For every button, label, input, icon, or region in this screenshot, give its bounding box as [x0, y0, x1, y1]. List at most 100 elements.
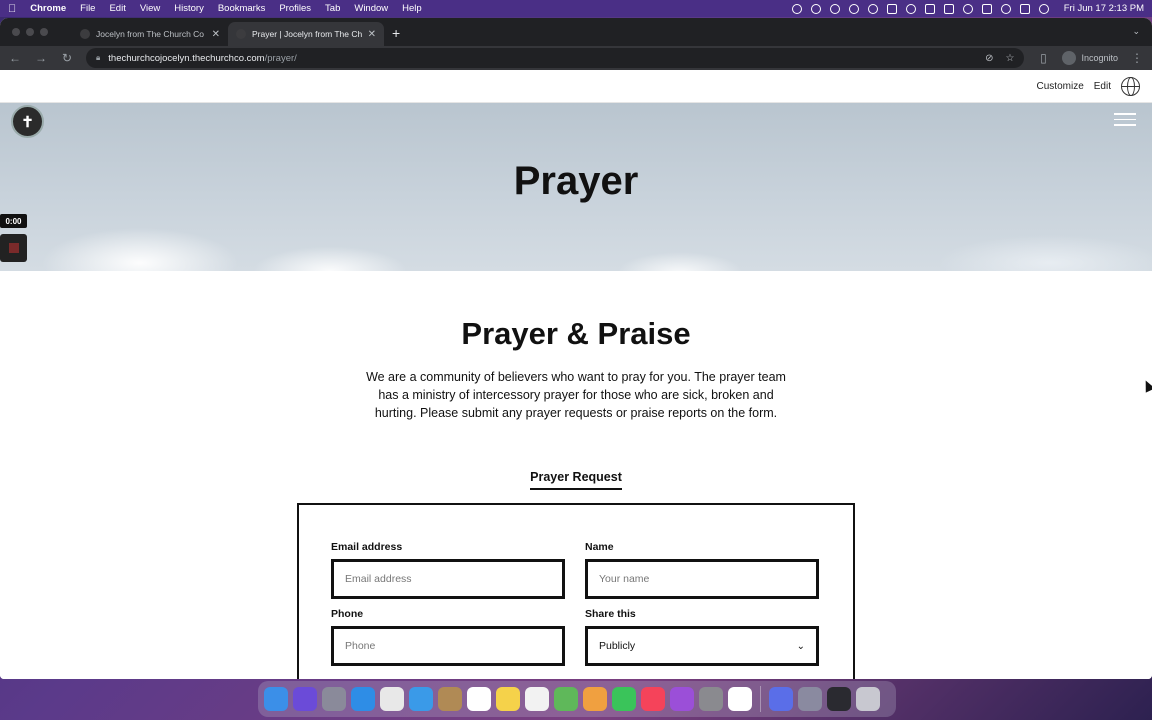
airdrop-icon[interactable]	[905, 3, 916, 14]
tab-close-icon[interactable]: ✕	[212, 29, 220, 40]
tab-strip: Jocelyn from The Church Co ✕ Prayer | Jo…	[0, 18, 1152, 46]
tab-close-icon[interactable]: ✕	[368, 29, 376, 40]
edit-link[interactable]: Edit	[1094, 81, 1111, 92]
menu-history[interactable]: History	[174, 3, 204, 14]
cloud-icon[interactable]	[886, 3, 897, 14]
messages-icon[interactable]	[612, 687, 636, 711]
apple-menu-icon[interactable]: 	[8, 3, 16, 15]
back-icon[interactable]: ←	[8, 51, 22, 65]
close-window-button[interactable]	[12, 28, 20, 36]
menu-bar:  Chrome File Edit View History Bookmark…	[0, 0, 1152, 17]
trash-icon[interactable]	[856, 687, 880, 711]
tab-prayer-request[interactable]: Prayer Request	[530, 470, 622, 490]
section-description: We are a community of believers who want…	[366, 370, 786, 420]
admin-bar: Customize Edit	[0, 70, 1152, 103]
web-page: Customize Edit ✝ Prayer Prayer & Praise …	[0, 70, 1152, 679]
wifi-icon[interactable]	[962, 3, 973, 14]
control-center-icon[interactable]	[1019, 3, 1030, 14]
notes-icon[interactable]	[496, 687, 520, 711]
maps-icon[interactable]	[554, 687, 578, 711]
reload-icon[interactable]: ↻	[60, 51, 74, 65]
finder-icon[interactable]	[264, 687, 288, 711]
menu-bookmarks[interactable]: Bookmarks	[218, 3, 266, 14]
share-field-group: Share this Publicly ⌄	[585, 608, 819, 666]
browser-tab-1[interactable]: Jocelyn from The Church Co ✕	[72, 22, 228, 46]
menu-help[interactable]: Help	[402, 3, 422, 14]
reminders-icon[interactable]	[525, 687, 549, 711]
new-tab-icon[interactable]: +	[392, 22, 400, 46]
brightness-icon[interactable]	[829, 3, 840, 14]
play-icon[interactable]	[867, 3, 878, 14]
bookmark-star-icon[interactable]: ☆	[1006, 53, 1015, 64]
cross-logo-icon[interactable]: ✝	[11, 105, 44, 138]
customize-link[interactable]: Customize	[1037, 81, 1084, 92]
menu-file[interactable]: File	[80, 3, 95, 14]
globe-icon[interactable]	[1121, 76, 1140, 96]
menu-edit[interactable]: Edit	[109, 3, 125, 14]
battery-icon[interactable]	[943, 3, 954, 14]
screen-icon[interactable]	[827, 687, 851, 711]
omnibox-actions: ⊘ ☆	[985, 53, 1014, 64]
name-field[interactable]: Your name	[585, 559, 819, 599]
stop-icon	[8, 243, 19, 253]
status-area: Fri Jun 17 2:13 PM	[791, 3, 1144, 14]
dock	[258, 681, 896, 717]
workspace-icon[interactable]	[769, 687, 793, 711]
tab-favicon-icon	[236, 29, 246, 39]
forward-icon[interactable]: →	[34, 51, 48, 65]
calendar-icon[interactable]	[467, 687, 491, 711]
podcasts-icon[interactable]	[670, 687, 694, 711]
stop-recording-button[interactable]	[0, 234, 27, 262]
browser-tab-2[interactable]: Prayer | Jocelyn from The Chur ✕	[228, 22, 384, 46]
eye-off-icon[interactable]: ⊘	[985, 53, 993, 64]
settings-icon[interactable]	[699, 687, 723, 711]
photos-icon[interactable]	[583, 687, 607, 711]
focus-icon[interactable]	[791, 3, 802, 14]
siri-menu-icon[interactable]	[1038, 3, 1049, 14]
browser-toolbar: ← → ↻ 🔒︎ thechurchcojocelyn.thechurchco.…	[0, 46, 1152, 70]
incognito-icon	[1062, 51, 1077, 65]
share-label: Share this	[585, 608, 636, 620]
menu-window[interactable]: Window	[354, 3, 388, 14]
menu-view[interactable]: View	[140, 3, 160, 14]
screen-record-icon[interactable]	[810, 3, 821, 14]
siri-icon[interactable]	[293, 687, 317, 711]
share-select[interactable]: Publicly ⌄	[585, 626, 819, 666]
menu-profiles[interactable]: Profiles	[279, 3, 311, 14]
help-icon[interactable]	[798, 687, 822, 711]
search-icon[interactable]	[1000, 3, 1011, 14]
share-select-value: Publicly	[599, 640, 636, 652]
minimize-window-button[interactable]	[26, 28, 34, 36]
section-heading: Prayer & Praise	[461, 316, 691, 351]
music-icon[interactable]	[641, 687, 665, 711]
window-controls	[12, 28, 48, 36]
tab-title: Jocelyn from The Church Co	[96, 29, 205, 39]
tab-title: Prayer | Jocelyn from The Chur	[252, 29, 362, 39]
volume-icon[interactable]	[924, 3, 935, 14]
sun-icon[interactable]	[848, 3, 859, 14]
mail-icon[interactable]	[409, 687, 433, 711]
chrome-icon[interactable]	[380, 687, 404, 711]
tab-search-icon[interactable]: ⌄	[1132, 26, 1140, 37]
lock-icon[interactable]: 🔒︎	[96, 53, 100, 63]
menu-tab[interactable]: Tab	[325, 3, 340, 14]
keyboard-icon[interactable]	[981, 3, 992, 14]
incognito-badge[interactable]: Incognito	[1062, 51, 1118, 65]
address-bar[interactable]: 🔒︎ thechurchcojocelyn.thechurchco.com/pr…	[86, 48, 1025, 68]
more-options-icon[interactable]: ⋮	[1130, 51, 1144, 65]
zoom-window-button[interactable]	[40, 28, 48, 36]
menu-app-name[interactable]: Chrome	[30, 3, 66, 14]
contacts-icon[interactable]	[438, 687, 462, 711]
email-field[interactable]: Email address	[331, 559, 565, 599]
menu-clock[interactable]: Fri Jun 17 2:13 PM	[1064, 3, 1144, 14]
safari-icon[interactable]	[351, 687, 375, 711]
email-field-group: Email address Email address	[331, 541, 565, 599]
slack-icon[interactable]	[728, 687, 752, 711]
phone-field[interactable]: Phone	[331, 626, 565, 666]
side-panel-icon[interactable]: ▯	[1036, 51, 1050, 65]
launchpad-icon[interactable]	[322, 687, 346, 711]
hamburger-menu-icon[interactable]	[1114, 113, 1136, 127]
recording-timer: 0:00	[0, 214, 27, 228]
incognito-label: Incognito	[1081, 53, 1118, 63]
name-label: Name	[585, 541, 614, 553]
